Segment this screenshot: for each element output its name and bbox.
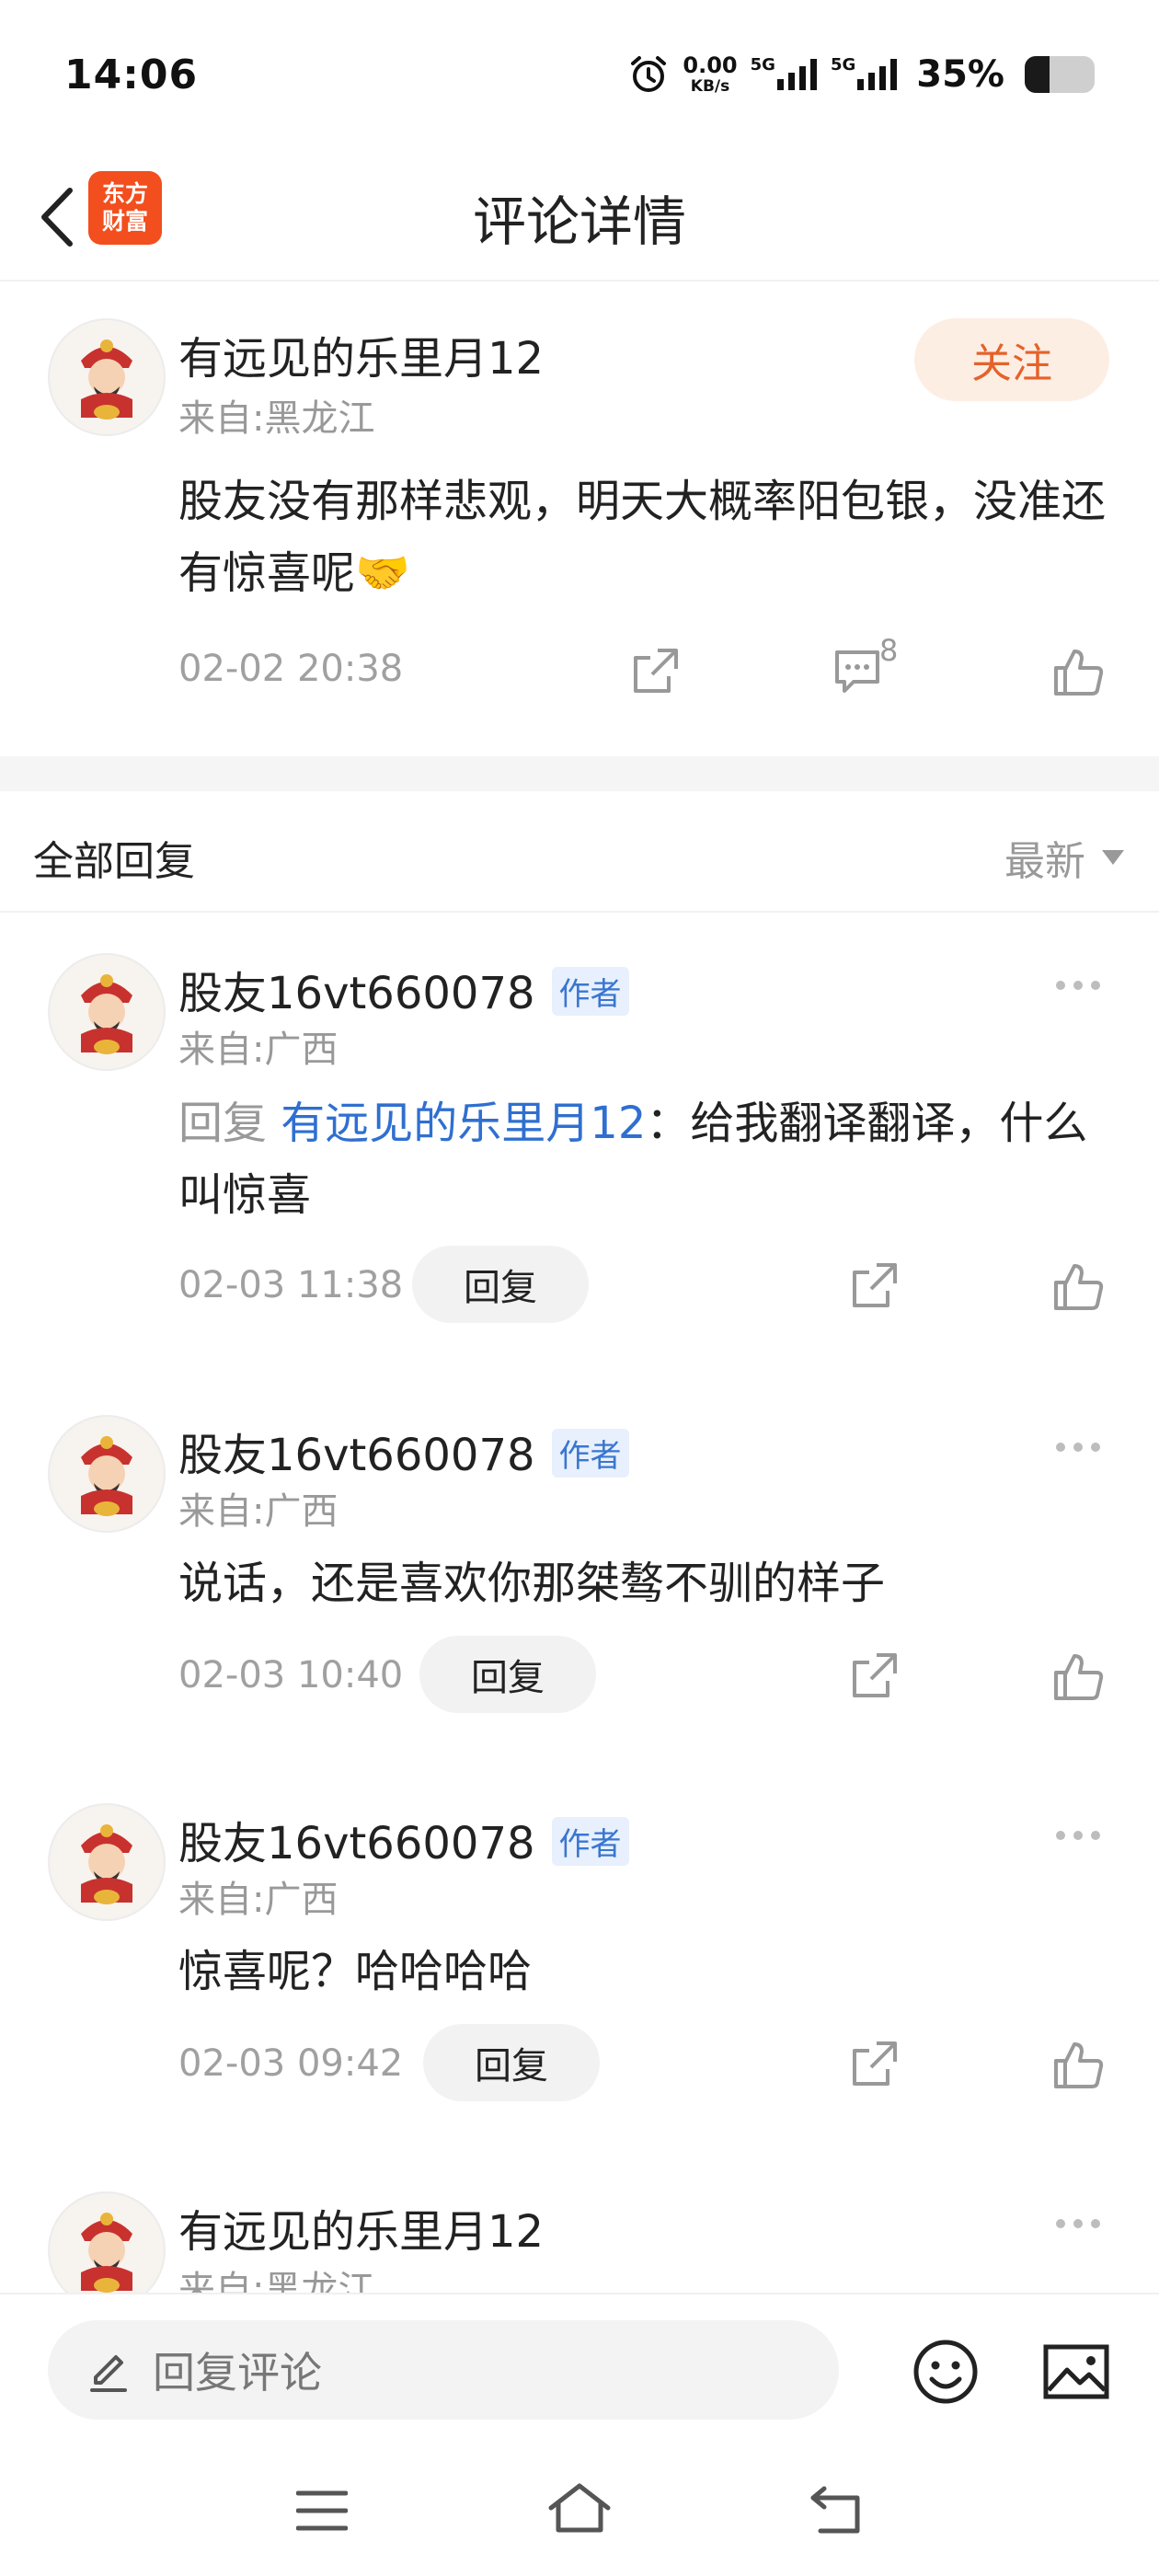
avatar[interactable] — [48, 318, 166, 436]
share-icon — [634, 649, 678, 693]
comment-timestamp: 02-02 20:38 — [178, 648, 404, 690]
status-time: 14:06 — [64, 52, 199, 98]
network-speed-value: 0.00 — [683, 52, 738, 78]
reply-source: 来自:广西 — [178, 1879, 339, 1921]
reply-source: 来自:黑龙江 — [178, 2269, 375, 2293]
home-button[interactable] — [543, 2475, 616, 2541]
caret-down-icon — [1102, 850, 1124, 865]
replies-header: 全部回复 最新 — [0, 791, 1159, 913]
share-icon — [853, 1263, 897, 1307]
follow-button[interactable]: 关注 — [914, 318, 1109, 401]
more-button[interactable] — [1041, 1424, 1115, 1470]
back-arrow-icon — [810, 2486, 860, 2534]
reply-text: 说话，还是喜欢你那桀骜不驯的样子 — [178, 1558, 886, 1609]
reply-username[interactable]: 股友16vt660078 作者 — [178, 1807, 629, 1871]
signal-bars-icon — [857, 59, 898, 90]
section-divider — [0, 756, 1159, 791]
menu-button[interactable] — [285, 2478, 359, 2543]
system-nav-bar — [0, 2440, 1159, 2576]
battery-icon — [1025, 56, 1095, 93]
comment-username[interactable]: 有远见的乐里月12 — [178, 322, 544, 386]
author-tag: 作者 — [551, 966, 629, 1016]
signal-bars-icon — [776, 59, 817, 90]
mention-link[interactable]: 有远见的乐里月12 — [281, 1098, 646, 1149]
status-icons: 0.00 KB/s 5G 5G 35% — [627, 53, 1095, 96]
share-icon — [853, 1653, 897, 1697]
thumbs-up-icon — [1054, 650, 1104, 696]
top-nav: 东方 财富 评论详情 — [0, 156, 1159, 282]
reply-item: 股友16vt660078 作者 来自:广西 说话，还是喜欢你那桀骜不驯的样子 02… — [0, 1382, 1159, 1770]
more-button[interactable] — [1041, 2201, 1115, 2247]
sort-dropdown[interactable]: 最新 — [1004, 828, 1124, 887]
reply-username[interactable]: 股友16vt660078 作者 — [178, 957, 629, 1021]
share-button[interactable] — [625, 642, 684, 701]
reply-username[interactable]: 有远见的乐里月12 — [178, 2195, 544, 2260]
more-button[interactable] — [1041, 1812, 1115, 1858]
reply-timestamp: 02-03 10:40 — [178, 1654, 404, 1696]
comment-source: 来自:黑龙江 — [178, 397, 375, 440]
comment-icon — [835, 650, 879, 693]
emoji-icon — [913, 2340, 978, 2404]
comment-count: 8 — [879, 633, 899, 668]
share-button[interactable] — [844, 1647, 903, 1706]
reply-input[interactable]: 回复评论 — [48, 2320, 839, 2420]
status-bar: 14:06 0.00 KB/s 5G 5G 35% — [0, 0, 1159, 156]
image-icon — [1043, 2344, 1109, 2399]
back-nav-button[interactable] — [800, 2477, 874, 2541]
share-icon — [853, 2041, 897, 2086]
menu-icon — [296, 2490, 348, 2531]
alarm-icon — [627, 53, 670, 96]
reply-item: 股友16vt660078 作者 来自:广西 回复 有远见的乐里月12：给我翻译翻译… — [0, 920, 1159, 1323]
reply-item: 股友16vt660078 作者 来自:广西 惊喜呢？哈哈哈哈 02-03 09:4… — [0, 1770, 1159, 2158]
reply-username[interactable]: 股友16vt660078 作者 — [178, 1419, 629, 1483]
thumbs-up-icon — [1054, 1654, 1104, 1700]
battery-percent: 35% — [916, 53, 1004, 96]
reply-text: 回复 有远见的乐里月12：给我翻译翻译，什么叫惊喜 — [178, 1098, 1088, 1221]
reply-button[interactable]: 回复 — [423, 2024, 600, 2101]
like-button[interactable] — [1049, 1647, 1107, 1706]
reply-text: 惊喜呢？哈哈哈哈 — [178, 1946, 533, 1997]
reply-timestamp: 02-03 09:42 — [178, 2042, 404, 2085]
signal-5g-2: 5G — [831, 55, 898, 90]
image-button[interactable] — [1038, 2335, 1115, 2409]
thumbs-up-icon — [1054, 1264, 1104, 1310]
reply-button[interactable]: 回复 — [419, 1636, 596, 1713]
page-title: 评论详情 — [472, 190, 686, 253]
battery-fill — [1025, 56, 1050, 93]
author-tag: 作者 — [551, 1816, 629, 1866]
network-speed-unit: KB/s — [690, 77, 730, 96]
comment-button[interactable] — [828, 642, 887, 701]
reply-timestamp: 02-03 11:38 — [178, 1264, 404, 1306]
reply-button[interactable]: 回复 — [412, 1246, 589, 1323]
emoji-button[interactable] — [909, 2335, 982, 2409]
reply-bar: 回复评论 — [0, 2293, 1159, 2440]
replies-title: 全部回复 — [33, 838, 195, 885]
avatar[interactable] — [48, 1803, 166, 1921]
like-button[interactable] — [1049, 1257, 1107, 1316]
main-comment: 有远见的乐里月12 来自:黑龙江 关注 股友没有那样悲观，明天大概率阳包银，没准… — [0, 282, 1159, 756]
share-button[interactable] — [844, 2035, 903, 2094]
reply-input-placeholder: 回复评论 — [153, 2348, 322, 2398]
thumbs-up-icon — [1054, 2042, 1104, 2088]
author-tag: 作者 — [551, 1428, 629, 1478]
reply-source: 来自:广西 — [178, 1490, 339, 1533]
avatar[interactable] — [48, 953, 166, 1071]
like-button[interactable] — [1049, 642, 1107, 701]
like-button[interactable] — [1049, 2035, 1107, 2094]
avatar[interactable] — [48, 1415, 166, 1533]
sort-label: 最新 — [1004, 838, 1085, 885]
home-icon — [548, 2483, 611, 2533]
share-button[interactable] — [844, 1257, 903, 1316]
reply-source: 来自:广西 — [178, 1029, 339, 1071]
comment-text: 股友没有那样悲观，明天大概率阳包银，没准还有惊喜呢🤝 — [178, 476, 1107, 599]
pencil-icon — [90, 2355, 127, 2392]
signal-5g-1: 5G — [751, 55, 818, 90]
avatar[interactable] — [48, 2191, 166, 2293]
network-speed: 0.00 KB/s — [683, 54, 737, 95]
reply-item: 有远见的乐里月12 来自:黑龙江 — [0, 2158, 1159, 2293]
more-button[interactable] — [1041, 962, 1115, 1008]
